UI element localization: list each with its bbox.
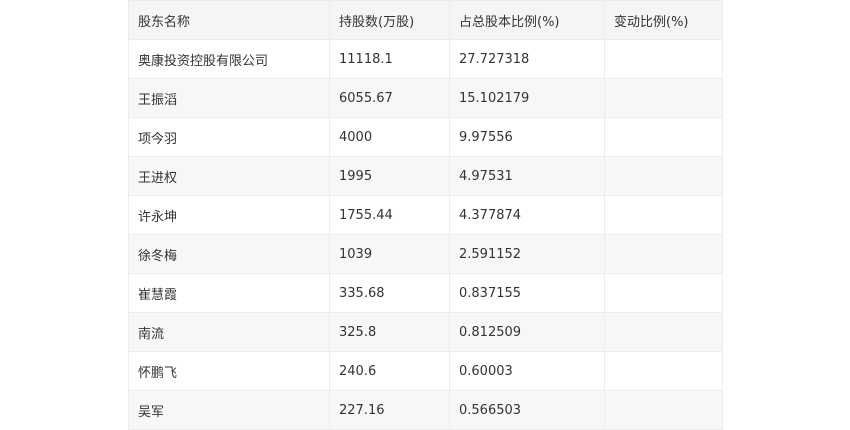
cell-change-ratio bbox=[604, 351, 723, 391]
table-header-row: 股东名称 持股数(万股) 占总股本比例(%) 变动比例(%) bbox=[128, 0, 723, 40]
cell-change-ratio bbox=[604, 390, 723, 430]
table-row: 项今羽 4000 9.97556 bbox=[128, 117, 723, 157]
table-row: 吴军 227.16 0.566503 bbox=[128, 390, 723, 430]
header-change-ratio: 变动比例(%) bbox=[604, 0, 723, 40]
cell-shareholder-name: 王进权 bbox=[128, 156, 330, 196]
cell-shareholder-name: 怀鹏飞 bbox=[128, 351, 330, 391]
cell-change-ratio bbox=[604, 312, 723, 352]
cell-shares-held: 325.8 bbox=[329, 312, 450, 352]
cell-share-ratio: 27.727318 bbox=[449, 39, 605, 79]
table-row: 许永坤 1755.44 4.377874 bbox=[128, 195, 723, 235]
shareholder-table-container: 股东名称 持股数(万股) 占总股本比例(%) 变动比例(%) 奥康投资控股有限公… bbox=[128, 0, 723, 430]
cell-shares-held: 1755.44 bbox=[329, 195, 450, 235]
cell-shares-held: 6055.67 bbox=[329, 78, 450, 118]
cell-change-ratio bbox=[604, 234, 723, 274]
cell-share-ratio: 15.102179 bbox=[449, 78, 605, 118]
cell-shareholder-name: 徐冬梅 bbox=[128, 234, 330, 274]
header-share-ratio: 占总股本比例(%) bbox=[449, 0, 605, 40]
cell-shareholder-name: 许永坤 bbox=[128, 195, 330, 235]
table-row: 南流 325.8 0.812509 bbox=[128, 312, 723, 352]
table-row: 崔慧霞 335.68 0.837155 bbox=[128, 273, 723, 313]
cell-shareholder-name: 王振滔 bbox=[128, 78, 330, 118]
cell-change-ratio bbox=[604, 273, 723, 313]
table-row: 王振滔 6055.67 15.102179 bbox=[128, 78, 723, 118]
cell-share-ratio: 2.591152 bbox=[449, 234, 605, 274]
cell-change-ratio bbox=[604, 195, 723, 235]
cell-shareholder-name: 南流 bbox=[128, 312, 330, 352]
cell-shares-held: 1995 bbox=[329, 156, 450, 196]
cell-share-ratio: 4.377874 bbox=[449, 195, 605, 235]
table-row: 怀鹏飞 240.6 0.60003 bbox=[128, 351, 723, 391]
cell-shareholder-name: 奥康投资控股有限公司 bbox=[128, 39, 330, 79]
table-row: 奥康投资控股有限公司 11118.1 27.727318 bbox=[128, 39, 723, 79]
cell-change-ratio bbox=[604, 39, 723, 79]
cell-change-ratio bbox=[604, 117, 723, 157]
cell-shareholder-name: 吴军 bbox=[128, 390, 330, 430]
table-row: 王进权 1995 4.97531 bbox=[128, 156, 723, 196]
header-shares-held: 持股数(万股) bbox=[329, 0, 450, 40]
cell-shares-held: 4000 bbox=[329, 117, 450, 157]
cell-share-ratio: 4.97531 bbox=[449, 156, 605, 196]
cell-share-ratio: 0.812509 bbox=[449, 312, 605, 352]
cell-share-ratio: 0.837155 bbox=[449, 273, 605, 313]
cell-share-ratio: 0.566503 bbox=[449, 390, 605, 430]
cell-shares-held: 227.16 bbox=[329, 390, 450, 430]
cell-shareholder-name: 项今羽 bbox=[128, 117, 330, 157]
table-row: 徐冬梅 1039 2.591152 bbox=[128, 234, 723, 274]
cell-share-ratio: 0.60003 bbox=[449, 351, 605, 391]
cell-shares-held: 240.6 bbox=[329, 351, 450, 391]
cell-shares-held: 11118.1 bbox=[329, 39, 450, 79]
cell-shares-held: 335.68 bbox=[329, 273, 450, 313]
header-shareholder-name: 股东名称 bbox=[128, 0, 330, 40]
cell-change-ratio bbox=[604, 78, 723, 118]
cell-shareholder-name: 崔慧霞 bbox=[128, 273, 330, 313]
cell-change-ratio bbox=[604, 156, 723, 196]
cell-share-ratio: 9.97556 bbox=[449, 117, 605, 157]
shareholder-table: 股东名称 持股数(万股) 占总股本比例(%) 变动比例(%) 奥康投资控股有限公… bbox=[128, 0, 723, 430]
cell-shares-held: 1039 bbox=[329, 234, 450, 274]
